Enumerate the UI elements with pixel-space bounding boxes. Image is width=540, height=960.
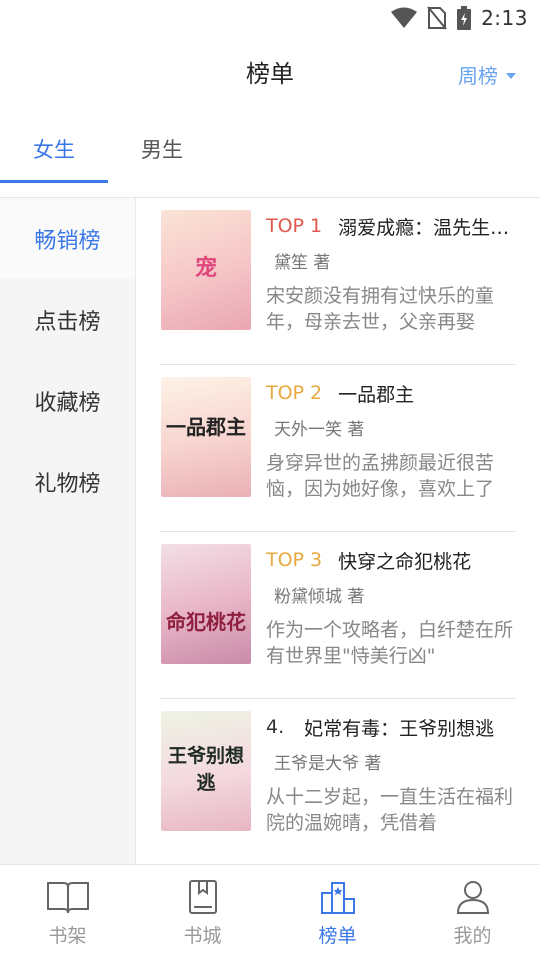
status-icons: 2:13: [391, 6, 528, 30]
book-cover: 宠: [161, 210, 251, 330]
nav-label: 我的: [453, 925, 492, 947]
category-gifts[interactable]: 礼物榜: [0, 441, 135, 522]
list-item[interactable]: 宠 TOP 1 溺爱成瘾：温先生的独宠 黛笙 著 宋安颜没有拥有过快乐的童年，母…: [160, 198, 516, 365]
cover-title: 王爷别想逃: [167, 745, 244, 794]
user-icon: [456, 881, 489, 914]
tab-indicator: [0, 180, 108, 183]
status-time: 2:13: [481, 6, 528, 30]
book-title: 一品郡主: [338, 383, 415, 406]
app-header: 榜单 周榜: [0, 36, 540, 112]
book-description: 身穿异世的孟拂颜最近很苦恼，因为她好像，喜欢上了: [266, 452, 495, 500]
wifi-icon: [391, 7, 418, 28]
book-list: 宠 TOP 1 溺爱成瘾：温先生的独宠 黛笙 著 宋安颜没有拥有过快乐的童年，母…: [160, 198, 516, 864]
book-description: 从十二岁起，一直生活在福利院的温婉晴，凭借着: [266, 786, 514, 834]
rank-label: TOP 3: [266, 549, 323, 571]
book-title: 妃常有毒：王爷别想逃: [304, 717, 495, 740]
rank-label: TOP 2: [266, 382, 323, 404]
cover-title: 命犯桃花: [166, 610, 246, 634]
period-dropdown[interactable]: 周榜: [458, 60, 516, 89]
nav-label: 书城: [183, 925, 222, 947]
book-description: 作为一个攻略者，白纤楚在所有世界里"恃美行凶": [266, 619, 514, 667]
bottom-nav: 书架 书城 榜单 我的: [0, 864, 540, 960]
bookmark-book-icon: [188, 880, 217, 914]
list-item[interactable]: 王爷别想逃 4. 妃常有毒：王爷别想逃 王爷是大爷 著 从十二岁起，一直生活在福…: [160, 699, 516, 864]
book-author: 黛笙 著: [274, 253, 331, 273]
list-item[interactable]: 一品郡主 TOP 2 一品郡主 天外一笑 著 身穿异世的孟拂颜最近很苦恼，因为她…: [160, 365, 516, 532]
no-sim-icon: [427, 6, 447, 30]
book-author: 天外一笑 著: [274, 420, 365, 440]
nav-bookstore[interactable]: 书城: [135, 865, 270, 960]
book-description: 宋安颜没有拥有过快乐的童年，母亲去世，父亲再娶: [266, 285, 495, 333]
category-sidebar: 畅销榜 点击榜 收藏榜 礼物榜: [0, 198, 136, 864]
book-open-icon: [46, 882, 89, 914]
period-label: 周榜: [458, 64, 498, 88]
caret-down-icon: [506, 72, 516, 79]
book-title: 溺爱成瘾：温先生的独宠: [338, 216, 516, 239]
cover-title: 宠: [194, 255, 217, 281]
battery-charging-icon: [457, 6, 472, 30]
list-item[interactable]: 命犯桃花 TOP 3 快穿之命犯桃花 粉黛倾城 著 作为一个攻略者，白纤楚在所有…: [160, 532, 516, 699]
category-bestseller[interactable]: 畅销榜: [0, 198, 135, 279]
tab-male[interactable]: 男生: [108, 134, 216, 164]
book-author: 王爷是大爷 著: [274, 754, 382, 774]
category-favorites[interactable]: 收藏榜: [0, 360, 135, 441]
book-author: 粉黛倾城 著: [274, 587, 365, 607]
nav-label: 榜单: [318, 925, 357, 947]
ranking-podium-icon: [320, 882, 355, 914]
rank-label: 4.: [266, 716, 285, 738]
nav-label: 书架: [48, 925, 87, 947]
book-cover: 王爷别想逃: [161, 711, 251, 831]
book-title: 快穿之命犯桃花: [338, 550, 472, 573]
cover-title: 一品郡主: [166, 415, 246, 439]
nav-ranking[interactable]: 榜单: [270, 865, 405, 960]
rank-label: TOP 1: [266, 215, 323, 237]
book-cover: 命犯桃花: [161, 544, 251, 664]
category-clicks[interactable]: 点击榜: [0, 279, 135, 360]
tab-female[interactable]: 女生: [0, 134, 108, 164]
book-cover: 一品郡主: [161, 377, 251, 497]
nav-mine[interactable]: 我的: [405, 865, 540, 960]
gender-tabs: 女生 男生: [0, 112, 540, 198]
status-bar: 2:13: [0, 0, 540, 36]
nav-bookshelf[interactable]: 书架: [0, 865, 135, 960]
